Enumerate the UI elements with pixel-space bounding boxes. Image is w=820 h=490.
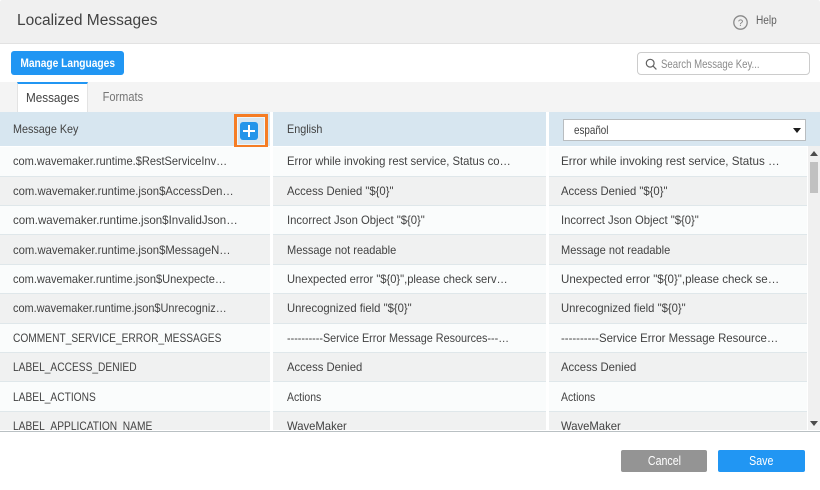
svg-text:?: ? xyxy=(738,18,743,29)
